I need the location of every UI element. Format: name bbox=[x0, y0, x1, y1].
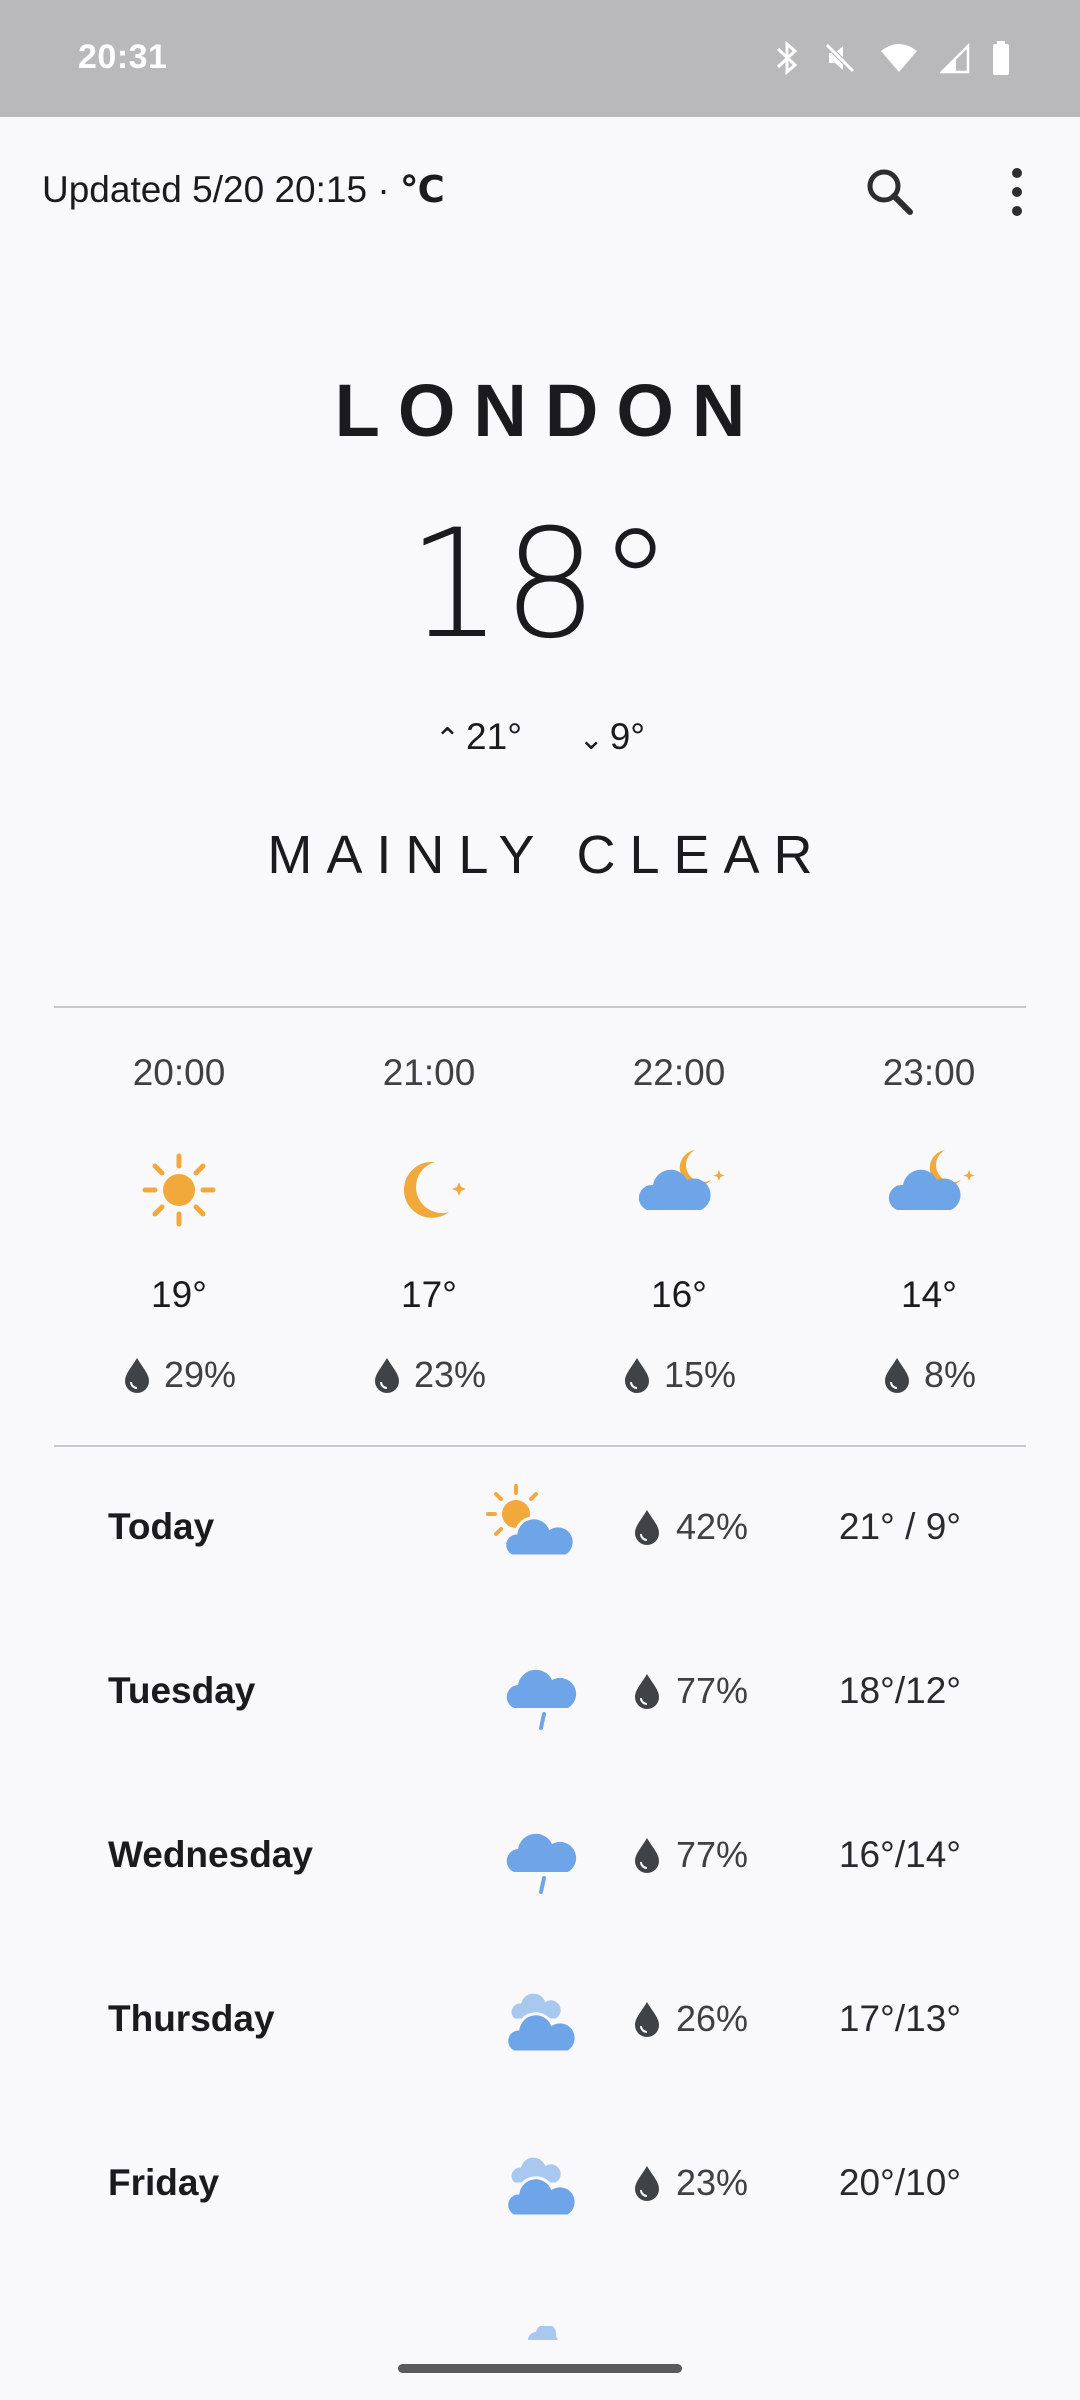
cloud-drizzle-icon bbox=[506, 1833, 577, 1894]
search-button[interactable] bbox=[862, 164, 918, 220]
day-temp-range: 18°/12° bbox=[838, 1670, 962, 1711]
status-icons bbox=[774, 36, 1010, 80]
daily-row[interactable]: Friday 23% 20°/10° bbox=[0, 2106, 1080, 2266]
current-temperature: 18° bbox=[407, 498, 673, 672]
hour-temp: 17° bbox=[401, 1274, 457, 1315]
status-bar: 20:31 bbox=[0, 0, 1080, 117]
daily-row[interactable]: Today 42% 21° / 9° bbox=[0, 1450, 1080, 1610]
hour-temp: 16° bbox=[651, 1274, 707, 1315]
raindrop-icon bbox=[884, 1358, 909, 1393]
updated-label: Updated 5/20 20:15 · bbox=[42, 169, 400, 210]
raindrop-icon bbox=[635, 2002, 659, 2037]
chevron-up-icon: ⌃ bbox=[434, 723, 461, 756]
day-rain: 77% bbox=[632, 1670, 748, 1712]
raindrop-icon bbox=[635, 1838, 659, 1873]
day-temp-range: 21° / 9° bbox=[838, 1506, 962, 1547]
day-rain: 77% bbox=[632, 1834, 748, 1876]
status-time: 20:31 bbox=[78, 38, 168, 76]
hourly-forecast[interactable]: 20:00 19° 29% 21:00 17° 23% 22:00 16° 15… bbox=[54, 1010, 1054, 1440]
city-name: LONDON bbox=[334, 369, 764, 452]
raindrop-icon bbox=[624, 1358, 649, 1393]
condition-text: MAINLY CLEAR bbox=[267, 825, 827, 885]
high-low: ⌃ 21° ⌄ 9° bbox=[0, 716, 1080, 758]
daily-row[interactable]: Tuesday 77% 18°/12° bbox=[0, 1614, 1080, 1774]
daily-row[interactable]: Wednesday 77% 16°/14° bbox=[0, 1778, 1080, 1938]
hour-temp: 19° bbox=[151, 1274, 207, 1315]
battery-icon bbox=[993, 41, 1009, 75]
raindrop-icon bbox=[635, 1674, 659, 1709]
hour-time: 22:00 bbox=[632, 1052, 726, 1093]
cloud-moon-icon bbox=[638, 1150, 725, 1210]
sun-icon bbox=[142, 1153, 216, 1227]
more-vert-icon bbox=[1012, 168, 1022, 216]
hour-time: 23:00 bbox=[882, 1052, 976, 1093]
search-icon bbox=[867, 169, 913, 215]
clouds-icon bbox=[505, 2154, 578, 2218]
signal-icon bbox=[940, 42, 970, 74]
partial-weather-icon bbox=[528, 2326, 558, 2340]
sun-cloud-icon bbox=[486, 1484, 576, 1558]
cloud-moon-icon bbox=[888, 1150, 975, 1210]
more-options-button[interactable] bbox=[1000, 164, 1034, 220]
hour-rain: 23% bbox=[329, 1354, 529, 1396]
raindrop-icon bbox=[635, 1510, 659, 1545]
day-name: Today bbox=[108, 1506, 215, 1547]
bluetooth-icon bbox=[776, 40, 798, 76]
hour-rain: 29% bbox=[79, 1354, 279, 1396]
day-temp-range: 17°/13° bbox=[838, 1998, 962, 2039]
updated-status: Updated 5/20 20:15 · ℃ bbox=[42, 168, 445, 211]
hour-rain: 15% bbox=[579, 1354, 779, 1396]
chevron-down-icon: ⌄ bbox=[578, 723, 604, 756]
wifi-icon bbox=[881, 44, 917, 72]
hour-time: 20:00 bbox=[132, 1052, 226, 1093]
day-name: Tuesday bbox=[108, 1670, 256, 1711]
day-name: Wednesday bbox=[108, 1834, 313, 1875]
day-rain: 26% bbox=[632, 1998, 748, 2040]
unit-toggle[interactable]: ℃ bbox=[400, 169, 445, 210]
mute-icon bbox=[825, 43, 855, 73]
low-temp: 9° bbox=[609, 716, 646, 757]
raindrop-icon bbox=[374, 1358, 399, 1393]
high-temp: 21° bbox=[466, 716, 522, 757]
hour-time: 21:00 bbox=[382, 1052, 476, 1093]
hour-temp: 14° bbox=[901, 1274, 957, 1315]
hour-rain: 8% bbox=[829, 1354, 1029, 1396]
day-rain: 42% bbox=[632, 1506, 748, 1548]
clouds-icon bbox=[505, 1990, 578, 2054]
day-name: Thursday bbox=[108, 1998, 275, 2039]
moon-icon bbox=[403, 1161, 466, 1218]
cloud-drizzle-icon bbox=[506, 1669, 577, 1730]
day-temp-range: 16°/14° bbox=[838, 1834, 962, 1875]
day-temp-range: 20°/10° bbox=[838, 2162, 962, 2203]
home-indicator[interactable] bbox=[398, 2364, 682, 2373]
divider-top bbox=[54, 1006, 1026, 1008]
daily-row[interactable]: Thursday 26% 17°/13° bbox=[0, 1942, 1080, 2102]
day-rain: 23% bbox=[632, 2162, 748, 2204]
raindrop-icon bbox=[124, 1358, 149, 1393]
day-name: Friday bbox=[108, 2162, 220, 2203]
divider-bottom bbox=[54, 1445, 1026, 1447]
raindrop-icon bbox=[635, 2166, 659, 2201]
